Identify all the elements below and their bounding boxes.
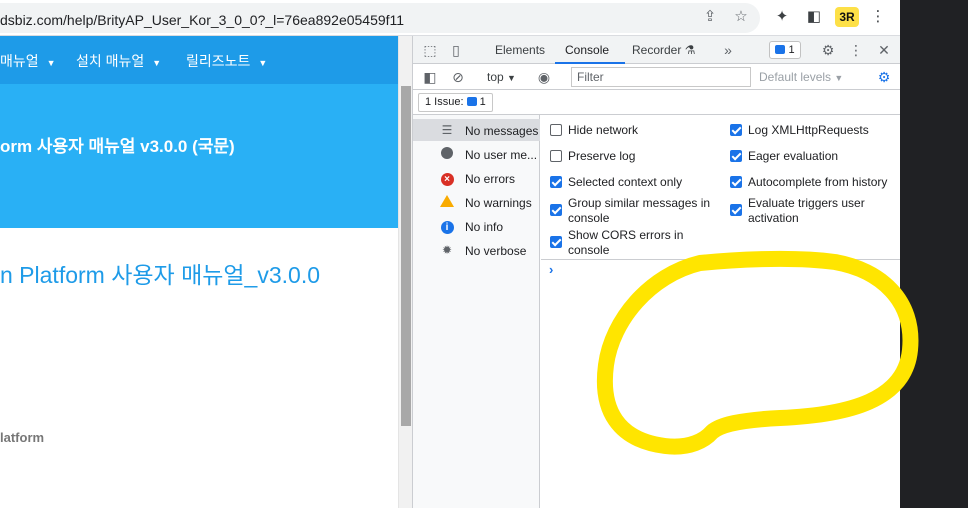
hero-banner: orm 사용자 매뉴얼 v3.0.0 (국문): [0, 84, 398, 228]
caret-down-icon: ▼: [258, 58, 268, 68]
page-scrollbar[interactable]: [398, 36, 412, 508]
sidebar-item-info[interactable]: i No info: [413, 215, 540, 237]
devtools-panel: ⬚ ▯ Elements Console Recorder ⚗ » 1 ⚙ ⋮ …: [412, 36, 901, 508]
close-icon[interactable]: ✕: [875, 41, 893, 59]
caret-down-icon: ▼: [46, 58, 56, 68]
setting-group-similar[interactable]: Group similar messages in console: [550, 196, 715, 228]
scrollbar-thumb[interactable]: [401, 86, 411, 426]
console-settings: Hide network Preserve log Selected conte…: [541, 115, 901, 260]
devtools-tabbar: ⬚ ▯ Elements Console Recorder ⚗ » 1 ⚙ ⋮ …: [413, 36, 901, 64]
nav-item-release-notes[interactable]: 릴리즈노트 ▼: [186, 51, 267, 71]
eye-icon[interactable]: ◉: [535, 68, 553, 86]
sidebar-item-verbose[interactable]: ✹ No verbose: [413, 239, 540, 261]
error-icon: ×: [440, 171, 454, 186]
url-text[interactable]: dsbiz.com/help/BrityAP_User_Kor_3_0_0?_l…: [0, 12, 404, 28]
nav-item-manual[interactable]: 매뉴얼 ▼: [0, 51, 56, 71]
checkbox[interactable]: [550, 150, 562, 162]
checkbox[interactable]: [730, 124, 742, 136]
checkbox[interactable]: [550, 176, 562, 188]
info-icon: i: [440, 219, 454, 234]
setting-show-cors-errors[interactable]: Show CORS errors in console: [550, 228, 715, 260]
checkbox[interactable]: [550, 236, 562, 248]
checkbox[interactable]: [730, 204, 742, 216]
gear-icon[interactable]: ⚙: [819, 41, 837, 59]
more-tabs-icon[interactable]: »: [719, 41, 737, 59]
console-toolbar: ◧ ⊘ top ▼ ◉ Default levels ▼ ⚙: [413, 64, 901, 90]
log-levels-select[interactable]: Default levels ▼: [759, 70, 843, 84]
address-bar[interactable]: dsbiz.com/help/BrityAP_User_Kor_3_0_0?_l…: [0, 3, 760, 33]
star-icon[interactable]: ☆: [730, 6, 752, 28]
clear-console-icon[interactable]: ⊘: [449, 68, 467, 86]
sidebar-item-user-messages[interactable]: No user me...: [413, 143, 540, 165]
nav-item-install-manual[interactable]: 설치 매뉴얼 ▼: [76, 51, 161, 71]
warning-icon: [440, 195, 454, 209]
web-page: 매뉴얼 ▼ 설치 매뉴얼 ▼ 릴리즈노트 ▼ orm 사용자 매뉴얼 v3.0.0 (…: [0, 36, 398, 508]
extension-3r-icon[interactable]: 3R: [835, 7, 859, 27]
caret-down-icon: ▼: [834, 73, 844, 83]
share-icon[interactable]: ⇪: [699, 6, 721, 28]
sidepanel-icon[interactable]: ◧: [803, 6, 825, 28]
tab-elements[interactable]: Elements: [495, 43, 545, 57]
message-icon: [775, 45, 786, 54]
device-toggle-icon[interactable]: ▯: [447, 41, 465, 59]
browser-toolbar: dsbiz.com/help/BrityAP_User_Kor_3_0_0?_l…: [0, 0, 900, 36]
site-nav: 매뉴얼 ▼ 설치 매뉴얼 ▼ 릴리즈노트 ▼: [0, 36, 398, 84]
page-title: n Platform 사용자 매뉴얼_v3.0.0: [0, 262, 321, 288]
context-select[interactable]: top ▼: [487, 70, 516, 84]
sidebar-item-errors[interactable]: × No errors: [413, 167, 540, 189]
verbose-icon: ✹: [441, 243, 453, 257]
puzzle-icon[interactable]: ✦: [771, 6, 793, 28]
kebab-icon[interactable]: ⋮: [847, 41, 865, 59]
hero-title: orm 사용자 매뉴얼 v3.0.0 (국문): [0, 137, 235, 156]
checkbox[interactable]: [550, 204, 562, 216]
sidebar-item-messages[interactable]: ☰ No messages: [413, 119, 540, 141]
checkbox[interactable]: [550, 124, 562, 136]
caret-down-icon: ▼: [152, 58, 162, 68]
flask-icon: ⚗: [684, 43, 696, 57]
user-icon: [440, 147, 454, 161]
console-output[interactable]: ›: [541, 260, 901, 508]
sidebar-item-warnings[interactable]: No warnings: [413, 191, 540, 213]
message-icon: [466, 97, 477, 106]
issues-bar: 1 Issue: 1: [413, 90, 901, 115]
list-icon: ☰: [441, 123, 453, 137]
tab-console[interactable]: Console: [565, 43, 609, 57]
checkbox[interactable]: [730, 150, 742, 162]
issues-chip[interactable]: 1 Issue: 1: [418, 93, 493, 112]
section-label[interactable]: latform: [0, 430, 44, 445]
desktop-background: [900, 0, 968, 508]
tab-recorder[interactable]: Recorder ⚗: [632, 43, 695, 57]
inspect-icon[interactable]: ⬚: [421, 41, 439, 59]
console-settings-icon[interactable]: ⚙: [875, 68, 893, 86]
sidebar-toggle-icon[interactable]: ◧: [421, 68, 439, 86]
setting-evaluate-triggers-activation[interactable]: Evaluate triggers user activation: [730, 196, 895, 228]
filter-input[interactable]: [571, 67, 751, 87]
console-prompt-icon[interactable]: ›: [549, 262, 553, 277]
caret-down-icon: ▼: [507, 73, 516, 83]
console-sidebar: ☰ No messages No user me... × No errors …: [413, 115, 540, 508]
kebab-icon[interactable]: ⋮: [867, 6, 889, 28]
issues-counter-button[interactable]: 1: [769, 41, 801, 59]
checkbox[interactable]: [730, 176, 742, 188]
